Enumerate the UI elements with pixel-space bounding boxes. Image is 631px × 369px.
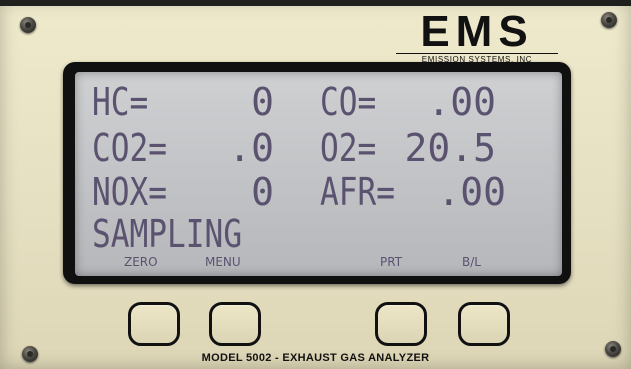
nox-label: NOX= (92, 170, 168, 214)
afr-label: AFR= (320, 170, 396, 214)
panel-top-edge (0, 0, 631, 6)
screw-icon (601, 12, 617, 28)
softkey-label-prt: PRT (380, 255, 403, 269)
co-value: .00 (427, 80, 496, 124)
nox-value: 0 (251, 170, 274, 214)
print-button[interactable] (375, 302, 427, 346)
o2-value: 20.5 (404, 126, 496, 170)
analyzer-front-panel: EMS EMISSION SYSTEMS, INC HC= 0 CO= .00 … (0, 0, 631, 369)
co2-label: CO2= (92, 126, 168, 170)
brand-logo-text: EMS (420, 7, 534, 56)
afr-value: .00 (437, 170, 506, 214)
screw-icon (20, 17, 36, 33)
o2-label: O2= (320, 126, 377, 170)
softkey-label-backlight: B/L (462, 255, 481, 269)
hc-label: HC= (92, 80, 149, 124)
brand-logo: EMS EMISSION SYSTEMS, INC (396, 7, 558, 64)
model-label: MODEL 5002 - EXHAUST GAS ANALYZER (201, 352, 430, 364)
hc-value: 0 (251, 80, 274, 124)
co2-value: .0 (228, 126, 274, 170)
status-text: SAMPLING (92, 212, 243, 256)
menu-button[interactable] (209, 302, 261, 346)
softkey-label-zero: ZERO (124, 255, 158, 269)
zero-button[interactable] (128, 302, 180, 346)
softkey-label-menu: MENU (205, 255, 241, 269)
co-label: CO= (320, 80, 377, 124)
backlight-button[interactable] (458, 302, 510, 346)
